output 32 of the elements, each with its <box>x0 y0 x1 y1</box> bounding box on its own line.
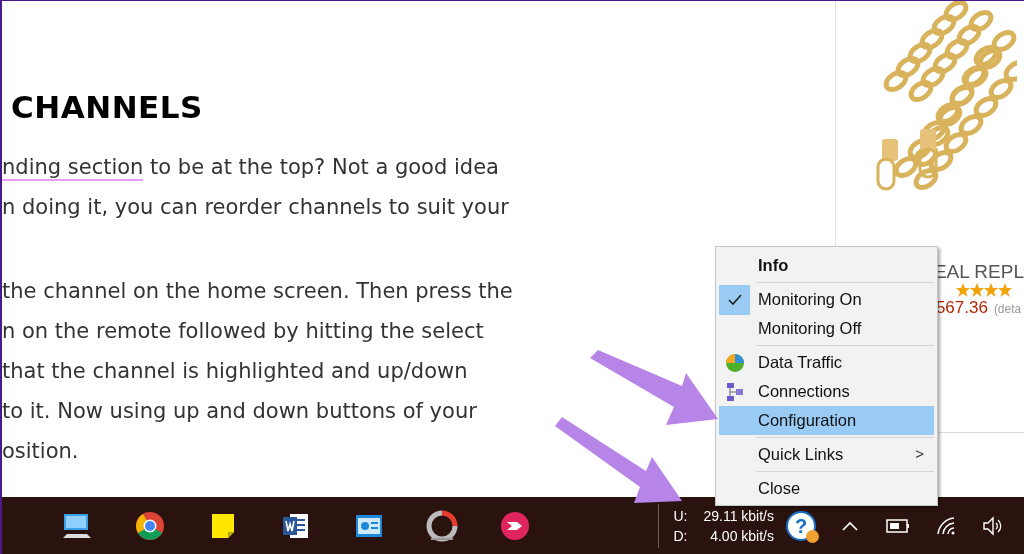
help-icon[interactable]: ? <box>786 510 816 541</box>
article-text: to it. Now using up and down buttons of your <box>2 398 477 425</box>
star-icon <box>955 283 970 297</box>
menu-item[interactable]: Quick Links > <box>719 440 934 469</box>
menu-item[interactable]: Monitoring Off <box>719 314 934 343</box>
upload-label: U: <box>673 506 688 526</box>
article-text: n on the remote followed by hitting the select <box>2 318 484 345</box>
submenu-arrow: > <box>915 444 924 465</box>
article-text: nding section to be at the top? Not a good idea <box>2 154 499 183</box>
article-text: osition. <box>2 438 79 465</box>
menu-item[interactable]: Data Traffic <box>719 348 934 377</box>
upload-rate: 29.11 kbit/s <box>703 506 774 526</box>
camera-aperture-icon[interactable] <box>425 509 458 542</box>
round-browser-icon[interactable] <box>133 509 166 542</box>
menu-item[interactable]: Connections <box>719 377 934 406</box>
download-rate: 4.00 kbit/s <box>709 526 774 546</box>
text-link[interactable]: nding section <box>2 155 144 181</box>
download-label: D: <box>673 526 688 546</box>
star-icon <box>969 283 984 297</box>
volume-icon[interactable] <box>982 515 1002 536</box>
menu-item[interactable]: Monitoring On <box>719 285 934 314</box>
star-icon <box>983 283 998 297</box>
round-app-icon[interactable] <box>498 509 531 542</box>
star-icon <box>997 283 1012 297</box>
menu-header[interactable]: Info <box>719 251 934 280</box>
menu-item[interactable]: Configuration <box>719 406 934 435</box>
wifi-icon[interactable] <box>936 515 956 536</box>
article-text: the channel on the home screen. Then press the <box>2 278 513 305</box>
menu-item[interactable]: Close <box>719 474 934 503</box>
article-heading: CHANNELS <box>11 88 204 127</box>
article-text: n doing it, you can reorder channels to suit your <box>2 194 509 221</box>
article-text: that the channel is highlighted and up/down <box>2 358 468 385</box>
